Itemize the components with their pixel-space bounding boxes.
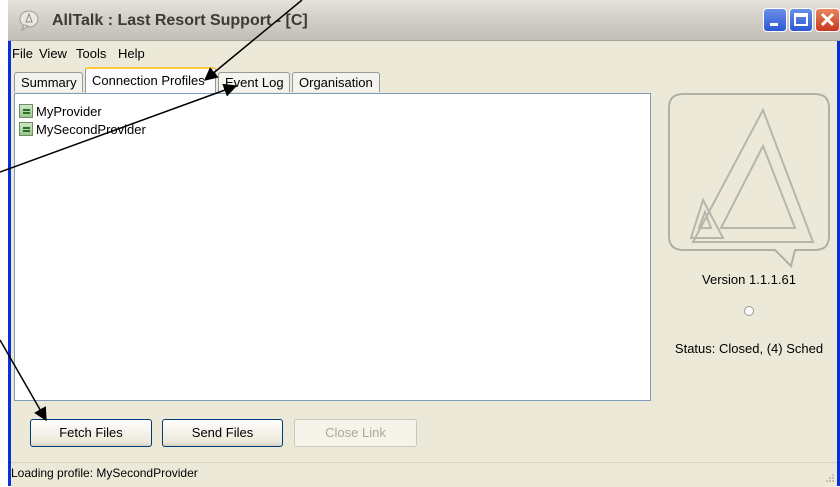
list-item-label: MySecondProvider [36, 121, 146, 137]
tab-event-log[interactable]: Event Log [218, 72, 290, 92]
version-label: Version 1.1.1.61 [702, 272, 796, 287]
tab-summary[interactable]: Summary [14, 72, 83, 92]
menu-help[interactable]: Help [118, 46, 145, 61]
spinner-icon [744, 306, 754, 316]
close-link-button[interactable]: Close Link [294, 419, 417, 447]
tab-connection-profiles[interactable]: Connection Profiles [85, 67, 216, 93]
profile-icon [19, 122, 33, 136]
profile-icon [19, 104, 33, 118]
profiles-list[interactable]: MyProvider MySecondProvider [14, 93, 651, 401]
app-icon[interactable] [18, 9, 42, 31]
close-button[interactable] [815, 8, 840, 32]
close-icon [820, 12, 835, 27]
menu-tools[interactable]: Tools [76, 46, 106, 61]
fetch-files-button[interactable]: Fetch Files [30, 419, 152, 447]
logo-icon [668, 93, 830, 268]
menu-view[interactable]: View [39, 46, 67, 61]
list-item[interactable]: MySecondProvider [19, 120, 146, 138]
minimize-icon [770, 23, 778, 26]
maximize-icon [794, 13, 808, 26]
maximize-button[interactable] [789, 8, 813, 32]
resize-grip-icon[interactable] [824, 472, 834, 482]
window-title: AllTalk : Last Resort Support - [C] [52, 12, 308, 29]
minimize-button[interactable] [763, 8, 787, 32]
list-item[interactable]: MyProvider [19, 102, 102, 120]
list-item-label: MyProvider [36, 103, 102, 119]
status-bar-text: Loading profile: MySecondProvider [11, 466, 198, 480]
status-label: Status: Closed, (4) Sched [674, 341, 824, 356]
send-files-button[interactable]: Send Files [162, 419, 283, 447]
tab-organisation[interactable]: Organisation [292, 72, 380, 92]
menu-file[interactable]: File [12, 46, 33, 61]
